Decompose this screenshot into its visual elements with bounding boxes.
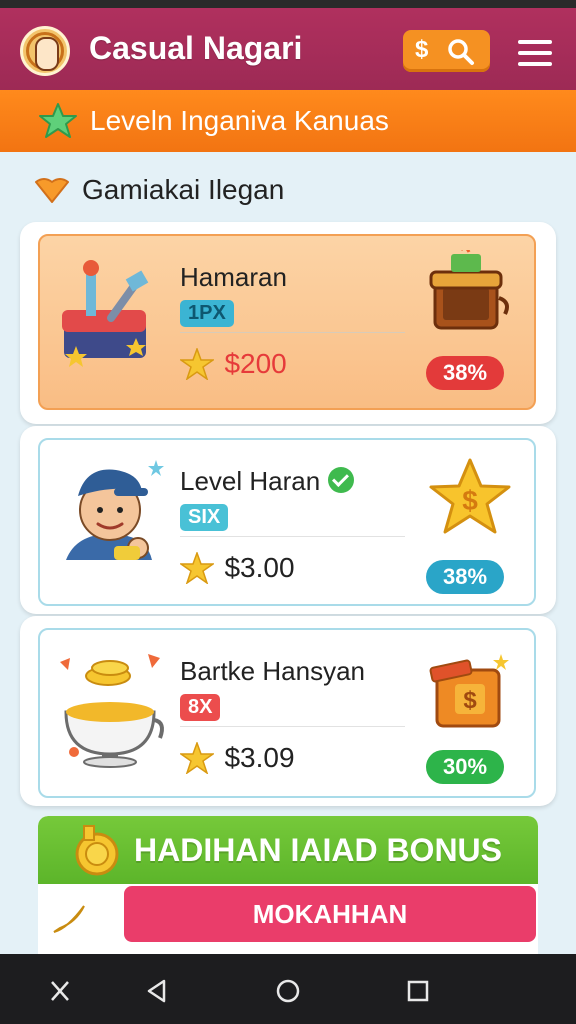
card-price: $3.09 [224, 742, 295, 773]
medal-icon [75, 825, 119, 876]
coin-search-button[interactable]: $ [403, 30, 490, 72]
reward-card[interactable]: Hamaran 1PX $200 38% [38, 234, 536, 410]
card-tag: 1PX [180, 300, 234, 327]
reward-card-wrapper: Level Haran SIX $3.00 $ 38% [20, 426, 556, 614]
recent-apps-icon[interactable] [403, 976, 433, 1006]
percent-badge: 30% [426, 750, 504, 784]
heart-icon [35, 178, 69, 203]
banner-text: Leveln Inganiva Kanuas [90, 105, 389, 136]
avatar-face [35, 37, 59, 71]
card-tag: 8X [180, 694, 221, 721]
verified-check-icon [328, 467, 355, 494]
card-title: Level Haran [180, 466, 355, 497]
dollar-box-icon: $ [429, 654, 509, 728]
app-header: Casual Nagari $ [0, 8, 576, 90]
star-icon [178, 740, 216, 775]
star-icon [178, 346, 216, 381]
bonus-bar[interactable]: HADIHAN IAIAD BONUS [38, 816, 538, 884]
card-title-text: Level Haran [180, 466, 321, 496]
price-row: $3.09 [178, 740, 295, 775]
bonus-title: HADIHAN IAIAD BONUS [134, 832, 502, 868]
reward-card-wrapper: Bartke Hansyan 8X $3.09 $ 30% [20, 616, 556, 806]
reward-card[interactable]: Bartke Hansyan 8X $3.09 $ 30% [38, 628, 536, 798]
close-icon[interactable] [44, 976, 74, 1006]
card-divider [180, 536, 405, 537]
svg-text:$: $ [463, 687, 477, 714]
hamburger-menu-icon[interactable] [518, 40, 552, 66]
reward-card[interactable]: Level Haran SIX $3.00 $ 38% [38, 438, 536, 606]
card-price: $200 [224, 348, 287, 379]
claim-button[interactable]: MOKAHHAN [124, 886, 536, 942]
card-title: Hamaran [180, 262, 287, 292]
back-icon[interactable] [142, 976, 172, 1006]
price-row: $200 [178, 346, 287, 381]
feather-icon [53, 905, 85, 933]
price-row: $3.00 [178, 550, 295, 585]
dollar-star-icon: $ [429, 458, 511, 534]
star-icon [39, 103, 77, 138]
treasure-bowl-icon [60, 654, 164, 768]
card-tag: SIX [180, 504, 229, 531]
card-divider [180, 332, 405, 333]
avatar[interactable] [20, 26, 70, 76]
reward-card-wrapper: Hamaran 1PX $200 38% [20, 222, 556, 424]
search-icon [448, 39, 474, 65]
boy-character-icon [66, 460, 164, 560]
card-price: $3.00 [224, 552, 295, 583]
card-title: Bartke Hansyan [180, 656, 365, 686]
level-banner[interactable]: Leveln Inganiva Kanuas [0, 90, 576, 152]
app-title: Casual Nagari [89, 30, 303, 66]
coin-icon: $ [415, 36, 429, 63]
section-title: Gamiakai Ilegan [82, 174, 285, 205]
bonus-panel: HADIHAN IAIAD BONUS MOKAHHAN [38, 816, 538, 956]
home-icon[interactable] [273, 976, 303, 1006]
percent-badge: 38% [426, 560, 504, 594]
star-icon [178, 550, 216, 585]
machine-illustration-icon [62, 260, 149, 367]
system-navigation-bar [0, 954, 576, 1024]
svg-text:$: $ [462, 485, 478, 516]
card-divider [180, 726, 405, 727]
percent-badge: 38% [426, 356, 504, 390]
status-strip [0, 0, 576, 8]
treasure-chest-icon [429, 250, 509, 330]
